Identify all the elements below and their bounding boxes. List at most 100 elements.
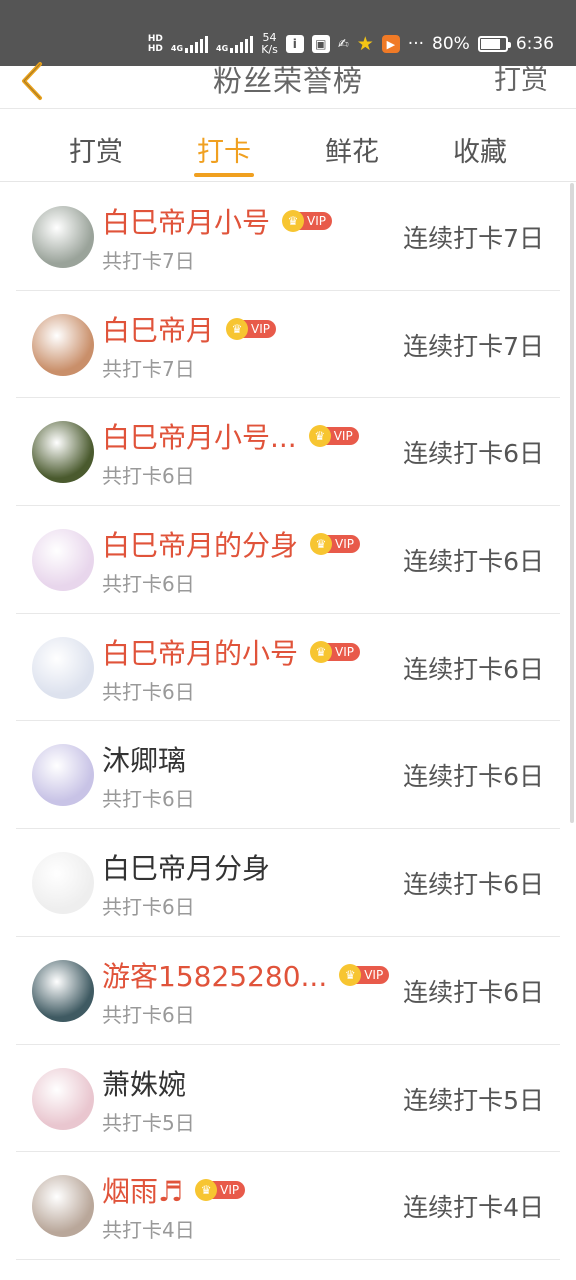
list-item[interactable]: 白巳帝月的小号 ♛ VIP 共打卡6日 连续打卡6日 (16, 614, 560, 722)
name-line: 白巳帝月小号 ♛ VIP (102, 201, 332, 241)
page-title: 粉丝荣誉榜 (212, 64, 363, 98)
total-checkins: 共打卡6日 (102, 572, 195, 597)
streak-text: 连续打卡6日 (403, 654, 544, 684)
name-line: 游客15825280... ♛ VIP (102, 955, 390, 995)
total-checkins: 共打卡4日 (102, 1218, 195, 1243)
avatar[interactable] (32, 529, 94, 592)
fan-name: 白巳帝月小号... (102, 421, 297, 455)
total-checkins: 共打卡6日 (102, 895, 195, 920)
vip-badge: ♛ VIP (282, 210, 332, 232)
list-item[interactable]: 白巳帝月的分身 ♛ VIP 共打卡6日 连续打卡6日 (16, 506, 560, 614)
list-item[interactable]: 白巳帝月小号... ♛ VIP 共打卡6日 连续打卡6日 (16, 398, 560, 507)
hd-icon: HD HD (147, 34, 163, 54)
crown-icon: ♛ (282, 210, 305, 232)
fan-name: 萧姝婉 (102, 1067, 187, 1101)
name-line: 烟雨♬ ♛ VIP (102, 1170, 246, 1210)
crown-icon: ♛ (226, 317, 249, 340)
info-icon: i (285, 35, 304, 53)
name-line: 白巳帝月分身 (102, 847, 270, 887)
more-notifications-icon: ··· (407, 34, 425, 54)
crown-icon: ♛ (308, 425, 331, 448)
tab-reward[interactable]: 打赏 (46, 130, 146, 169)
avatar[interactable] (32, 636, 94, 699)
fan-name: 游客15825280... (102, 959, 328, 993)
app-icon: ▣ (311, 35, 330, 53)
fan-name: 烟雨♬ (102, 1175, 184, 1209)
streak-text: 连续打卡7日 (403, 224, 544, 253)
vip-badge: ♛ VIP (226, 317, 276, 340)
network-speed: 54 K/s (261, 31, 278, 56)
battery-percent: 80% (432, 34, 470, 54)
clock: 6:36 (515, 34, 554, 54)
network-type-label: 4G (216, 44, 229, 53)
avatar[interactable] (32, 1067, 94, 1130)
vip-badge: ♛ VIP (339, 963, 390, 986)
fan-name: 白巳帝月 (102, 313, 215, 347)
avatar[interactable] (32, 421, 94, 484)
vip-badge: ♛ VIP (310, 533, 360, 556)
streak-text: 连续打卡6日 (403, 870, 544, 900)
active-tab-indicator (194, 173, 254, 177)
avatar[interactable] (32, 206, 94, 268)
streak-text: 连续打卡6日 (403, 762, 544, 792)
avatar[interactable] (32, 313, 94, 376)
total-checkins: 共打卡6日 (102, 679, 195, 704)
crown-icon: ♛ (339, 963, 362, 986)
list-item[interactable]: 白巳帝月分身共打卡6日 连续打卡6日 (16, 829, 560, 937)
avatar[interactable] (32, 1175, 94, 1238)
fan-name: 白巳帝月分身 (102, 852, 271, 886)
avatar[interactable] (32, 959, 94, 1022)
signal-icon (230, 35, 254, 53)
streak-text: 连续打卡4日 (403, 1193, 544, 1223)
streak-text: 连续打卡6日 (403, 439, 544, 469)
crown-icon: ♛ (310, 640, 333, 663)
total-checkins: 共打卡5日 (102, 1110, 195, 1135)
name-line: 白巳帝月的小号 ♛ VIP (102, 632, 360, 672)
streak-text: 连续打卡6日 (403, 547, 544, 577)
total-checkins: 共打卡6日 (102, 787, 195, 812)
signal-icon (185, 35, 209, 53)
list-item[interactable]: 萧姝婉共打卡5日 连续打卡5日 (16, 1045, 560, 1153)
status-bar: HD HD 4G 4G 54 K/s i ▣ ✍ ★ ▶ ··· 80% 6:3… (0, 0, 576, 66)
list-item[interactable]: 游客15825280... ♛ VIP 共打卡6日 连续打卡6日 (16, 937, 560, 1045)
name-line: 白巳帝月 ♛ VIP (102, 309, 276, 349)
streak-text: 连续打卡5日 (403, 1085, 544, 1115)
tab-flowers[interactable]: 鲜花 (302, 130, 402, 169)
total-checkins: 共打卡7日 (102, 249, 195, 273)
header: 粉丝荣誉榜 打赏 (0, 62, 576, 109)
list-item[interactable]: 烟雨♬ ♛ VIP 共打卡4日 连续打卡4日 (16, 1152, 560, 1260)
tab-favorites[interactable]: 收藏 (430, 130, 530, 169)
avatar[interactable] (32, 852, 94, 915)
star-icon: ★ (356, 33, 374, 55)
fan-name: 白巳帝月小号 (102, 206, 271, 239)
signature-icon: ✍ (337, 36, 349, 52)
avatar[interactable] (32, 744, 94, 807)
streak-text: 连续打卡7日 (403, 331, 544, 361)
crown-icon: ♛ (310, 533, 333, 556)
vip-badge: ♛ VIP (308, 425, 359, 448)
network-type-label: 4G (170, 44, 184, 53)
vip-badge: ♛ VIP (195, 1179, 246, 1202)
fan-name: 白巳帝月的小号 (102, 636, 299, 670)
total-checkins: 共打卡6日 (102, 1002, 195, 1027)
fan-name: 沐卿璃 (102, 744, 187, 778)
fan-name: 白巳帝月的分身 (102, 529, 299, 563)
name-line: 萧姝婉 (102, 1063, 186, 1103)
streak-text: 连续打卡6日 (403, 977, 544, 1007)
total-checkins: 共打卡6日 (102, 464, 195, 489)
tab-checkin[interactable]: 打卡 (174, 130, 274, 169)
list-item[interactable]: 白巳帝月小号 ♛ VIP 共打卡7日 连续打卡7日 (16, 183, 560, 291)
video-app-icon: ▶ (381, 35, 400, 53)
total-checkins: 共打卡7日 (102, 356, 195, 381)
battery-icon (477, 36, 511, 52)
name-line: 白巳帝月的分身 ♛ VIP (102, 524, 360, 564)
name-line: 白巳帝月小号... ♛ VIP (102, 416, 359, 456)
reward-button[interactable]: 打赏 (494, 58, 548, 97)
list-item[interactable]: 白巳帝月 ♛ VIP 共打卡7日 连续打卡7日 (16, 291, 560, 399)
scrollbar[interactable] (570, 183, 574, 823)
name-line: 沐卿璃 (102, 739, 186, 779)
vip-badge: ♛ VIP (310, 640, 360, 663)
tab-bar: 打赏 打卡 鲜花 收藏 (0, 110, 576, 182)
list-item[interactable]: 沐卿璃共打卡6日 连续打卡6日 (16, 721, 560, 830)
fan-list: 白巳帝月小号 ♛ VIP 共打卡7日 连续打卡7日 白巳帝月 ♛ VIP 共打卡7日 连续打卡7日… (0, 183, 576, 1260)
